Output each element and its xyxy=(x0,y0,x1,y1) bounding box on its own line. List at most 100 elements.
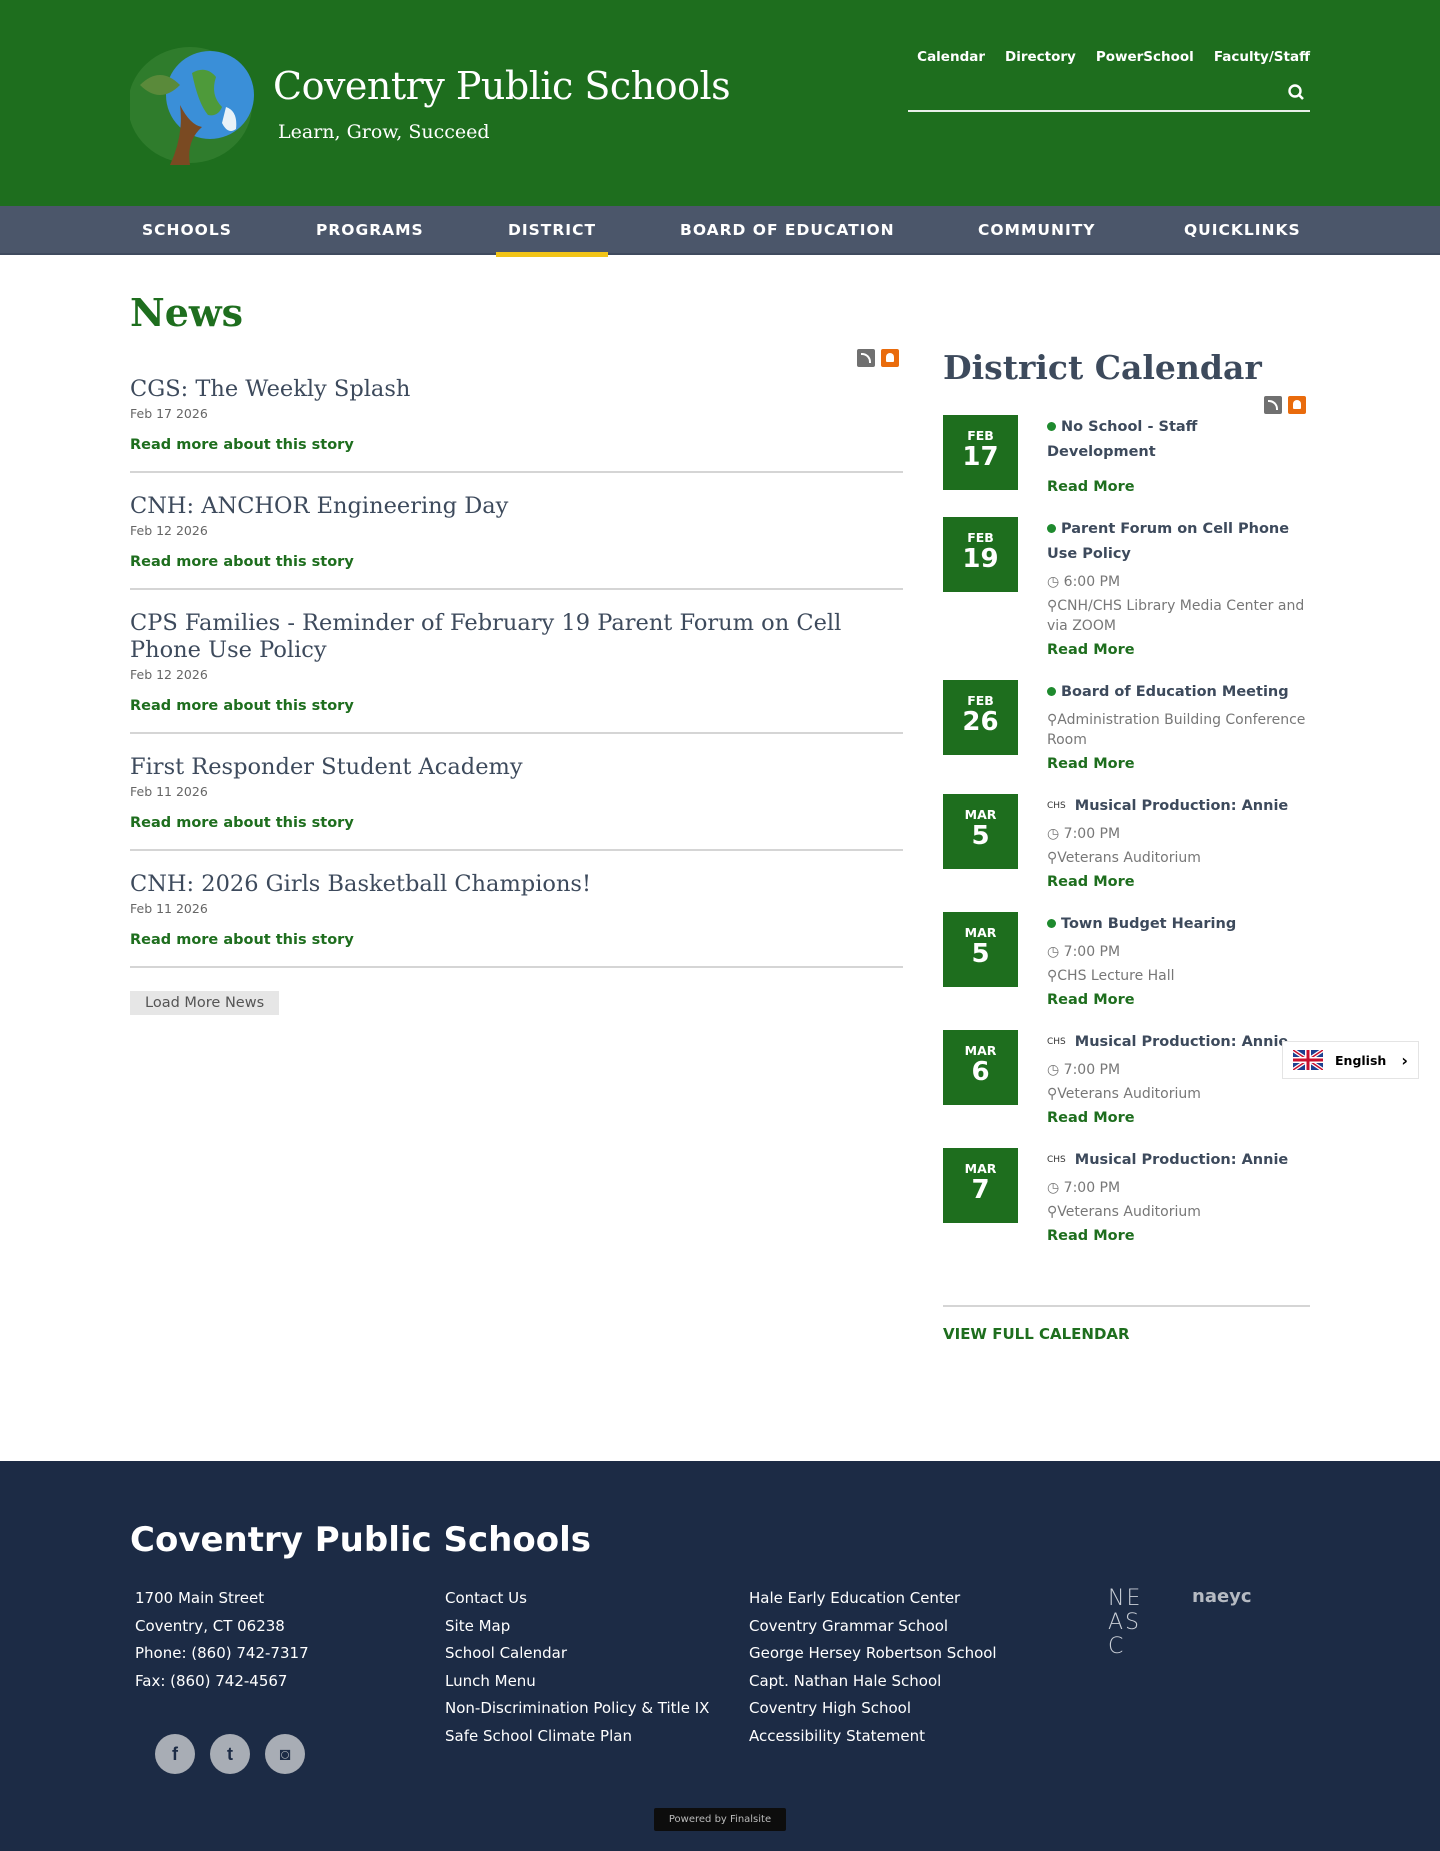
event-title[interactable]: CHS Musical Production: Annie xyxy=(1047,1030,1288,1055)
nav-community[interactable]: COMMUNITY xyxy=(966,206,1108,255)
footer-link[interactable]: Lunch Menu xyxy=(445,1670,709,1698)
view-full-calendar-link[interactable]: VIEW FULL CALENDAR xyxy=(943,1325,1130,1343)
top-link-faculty-staff[interactable]: Faculty/Staff xyxy=(1214,49,1310,65)
twitter-icon[interactable]: t xyxy=(210,1734,250,1774)
top-link-powerschool[interactable]: PowerSchool xyxy=(1096,49,1194,65)
nav-quicklinks[interactable]: QUICKLINKS xyxy=(1172,206,1313,255)
news-heading: News xyxy=(130,290,244,335)
event-read-more-link[interactable]: Read More xyxy=(1047,479,1310,495)
footer-link[interactable]: Coventry High School xyxy=(749,1697,997,1725)
event-date-box: MAR 6 xyxy=(943,1030,1018,1105)
event-read-more-link[interactable]: Read More xyxy=(1047,992,1236,1008)
footer-link[interactable]: Site Map xyxy=(445,1615,709,1643)
event-time: ◷ 7:00 PM xyxy=(1047,942,1236,962)
footer-link[interactable]: Coventry Grammar School xyxy=(749,1615,997,1643)
search-input[interactable] xyxy=(908,80,1268,110)
news-item-title[interactable]: CPS Families - Reminder of February 19 P… xyxy=(130,610,903,664)
footer-link[interactable]: School Calendar xyxy=(445,1642,709,1670)
search-icon[interactable] xyxy=(1286,82,1308,104)
map-pin-icon: ⚲ xyxy=(1047,850,1058,866)
footer-link[interactable]: Capt. Nathan Hale School xyxy=(749,1670,997,1698)
event-title-text: No School - Staff Development xyxy=(1047,419,1198,460)
event-read-more-link[interactable]: Read More xyxy=(1047,642,1310,658)
event-date-box: FEB 19 xyxy=(943,517,1018,592)
news-item: CNH: 2026 Girls Basketball Champions! Fe… xyxy=(130,871,903,968)
footer-link[interactable]: Contact Us xyxy=(445,1587,709,1615)
event-dot-icon xyxy=(1047,422,1056,431)
rss-icon[interactable] xyxy=(857,349,875,367)
event-location: ⚲CNH/CHS Library Media Center and via ZO… xyxy=(1047,596,1310,636)
footer-link[interactable]: Non-Discrimination Policy & Title IX xyxy=(445,1697,709,1725)
event-location: ⚲Administration Building Conference Room xyxy=(1047,710,1310,750)
read-more-link[interactable]: Read more about this story xyxy=(130,554,903,570)
calendar-heading: District Calendar xyxy=(943,348,1262,387)
event-date-box: MAR 5 xyxy=(943,794,1018,869)
news-item: CGS: The Weekly Splash Feb 17 2026 Read … xyxy=(130,376,903,473)
event-read-more-link[interactable]: Read More xyxy=(1047,1110,1288,1126)
news-item-title[interactable]: First Responder Student Academy xyxy=(130,754,903,781)
footer-link[interactable]: Safe School Climate Plan xyxy=(445,1725,709,1753)
event-location: ⚲CHS Lecture Hall xyxy=(1047,966,1236,986)
load-more-news-button[interactable]: Load More News xyxy=(130,991,280,1015)
nav-district[interactable]: DISTRICT xyxy=(496,206,609,257)
footer-link[interactable]: Accessibility Statement xyxy=(749,1725,997,1753)
event-title[interactable]: Town Budget Hearing xyxy=(1047,912,1236,937)
rss-icon[interactable] xyxy=(1264,396,1282,414)
footer-link[interactable]: Hale Early Education Center xyxy=(749,1587,997,1615)
event-dot-icon xyxy=(1047,687,1056,696)
event-day: 6 xyxy=(971,1057,990,1087)
event-day: 5 xyxy=(971,939,990,969)
utility-links: Calendar Directory PowerSchool Faculty/S… xyxy=(917,49,1310,65)
read-more-link[interactable]: Read more about this story xyxy=(130,815,903,831)
event-date-box: FEB 17 xyxy=(943,415,1018,490)
event-read-more-link[interactable]: Read More xyxy=(1047,1228,1288,1244)
event-tag: CHS xyxy=(1047,1037,1066,1047)
footer-link[interactable]: George Hersey Robertson School xyxy=(749,1642,997,1670)
event-location-text: Administration Building Conference Room xyxy=(1047,712,1306,748)
powered-by-badge[interactable]: Powered by Finalsite xyxy=(654,1808,786,1831)
facebook-icon[interactable]: f xyxy=(155,1734,195,1774)
search-bar xyxy=(908,80,1310,112)
event-read-more-link[interactable]: Read More xyxy=(1047,874,1288,890)
event-title-text: Town Budget Hearing xyxy=(1061,916,1237,932)
event-time: ◷ 7:00 PM xyxy=(1047,1178,1288,1198)
globe-tree-logo[interactable] xyxy=(130,45,270,167)
alert-bell-icon[interactable] xyxy=(881,349,899,367)
top-link-directory[interactable]: Directory xyxy=(1005,49,1076,65)
calendar-event: MAR 7 CHS Musical Production: Annie ◷ 7:00 P… xyxy=(943,1148,1310,1244)
site-title[interactable]: Coventry Public Schools xyxy=(273,64,731,108)
news-item-title[interactable]: CGS: The Weekly Splash xyxy=(130,376,903,403)
instagram-icon[interactable]: ◙ xyxy=(265,1734,305,1774)
event-title[interactable]: Parent Forum on Cell Phone Use Policy xyxy=(1047,517,1310,567)
event-month: MAR xyxy=(964,1161,997,1176)
clock-icon: ◷ xyxy=(1047,944,1064,960)
event-location-text: Veterans Auditorium xyxy=(1057,850,1201,866)
nav-schools[interactable]: SCHOOLS xyxy=(130,206,244,255)
event-location: ⚲Veterans Auditorium xyxy=(1047,1084,1288,1104)
news-item: First Responder Student Academy Feb 11 2… xyxy=(130,754,903,851)
read-more-link[interactable]: Read more about this story xyxy=(130,698,903,714)
event-time-text: 7:00 PM xyxy=(1063,944,1121,960)
event-read-more-link[interactable]: Read More xyxy=(1047,756,1310,772)
event-month: MAR xyxy=(964,1043,997,1058)
news-item-title[interactable]: CNH: ANCHOR Engineering Day xyxy=(130,493,903,520)
read-more-link[interactable]: Read more about this story xyxy=(130,932,903,948)
event-title[interactable]: CHS Musical Production: Annie xyxy=(1047,794,1288,819)
site-tagline: Learn, Grow, Succeed xyxy=(278,121,490,143)
news-item-title[interactable]: CNH: 2026 Girls Basketball Champions! xyxy=(130,871,903,898)
event-title-text: Musical Production: Annie xyxy=(1074,798,1289,814)
alert-bell-icon[interactable] xyxy=(1288,396,1306,414)
event-title[interactable]: Board of Education Meeting xyxy=(1047,680,1310,705)
nav-programs[interactable]: PROGRAMS xyxy=(304,206,436,255)
read-more-link[interactable]: Read more about this story xyxy=(130,437,903,453)
chevron-right-icon: › xyxy=(1401,1050,1408,1070)
event-title[interactable]: No School - Staff Development xyxy=(1047,415,1310,465)
main-nav: SCHOOLS PROGRAMS DISTRICT BOARD OF EDUCA… xyxy=(0,206,1440,257)
event-dot-icon xyxy=(1047,919,1056,928)
language-selector[interactable]: English › xyxy=(1282,1041,1419,1079)
event-title[interactable]: CHS Musical Production: Annie xyxy=(1047,1148,1288,1173)
news-item-date: Feb 11 2026 xyxy=(130,784,208,799)
nav-board-of-education[interactable]: BOARD OF EDUCATION xyxy=(668,206,907,255)
top-link-calendar[interactable]: Calendar xyxy=(917,49,985,65)
event-day: 17 xyxy=(962,442,999,472)
